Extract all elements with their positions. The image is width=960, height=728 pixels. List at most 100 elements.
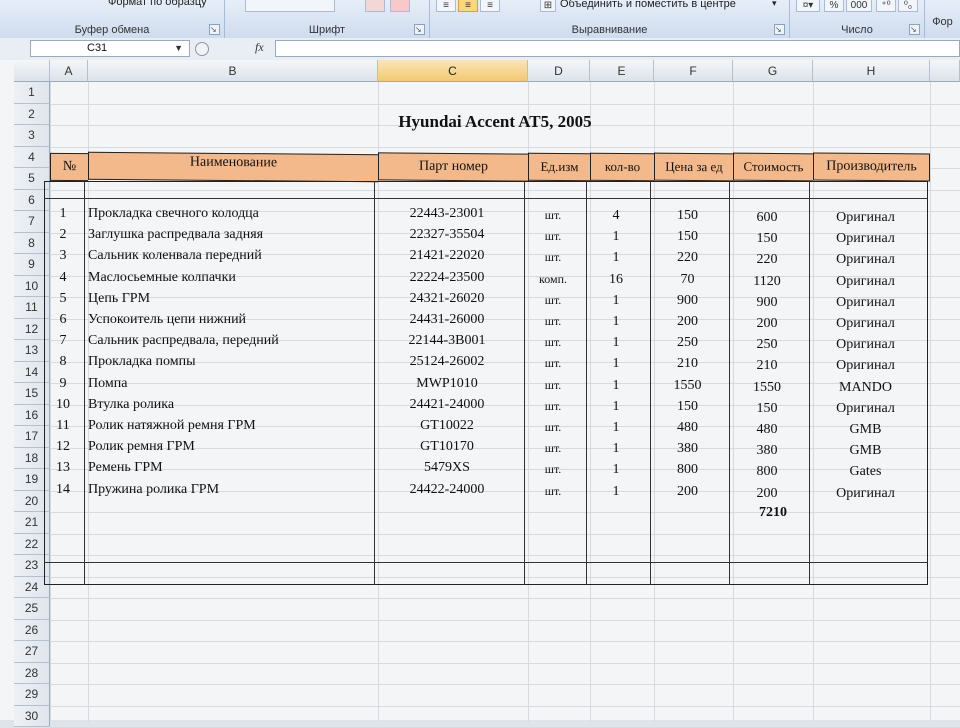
cell-d[interactable]: шт. <box>522 226 584 247</box>
cell-h[interactable]: GMB <box>807 440 924 461</box>
cell-b[interactable]: Цепь ГРМ <box>82 288 378 309</box>
cell-e[interactable]: 1 <box>584 353 648 374</box>
table-header-cell[interactable]: Стоимость <box>733 152 813 182</box>
cell-d[interactable]: шт. <box>522 396 584 417</box>
insert-function-icon[interactable]: fx <box>255 40 264 55</box>
cell-c[interactable]: 22443-23001 <box>372 203 522 224</box>
table-header-cell[interactable]: кол-во <box>590 152 654 182</box>
cell-b[interactable]: Ролик натяжной ремня ГРМ <box>82 415 378 436</box>
cell-d[interactable]: шт. <box>522 417 584 438</box>
cell-c[interactable]: 22327-35504 <box>372 224 522 245</box>
cell-e[interactable]: 1 <box>584 247 648 268</box>
cell-b[interactable]: Втулка ролика <box>82 394 378 415</box>
font-size-box[interactable] <box>245 0 335 12</box>
cell-g[interactable]: 200 <box>727 313 807 334</box>
cell-f[interactable]: 150 <box>648 396 727 417</box>
cell-d[interactable]: шт. <box>522 481 584 502</box>
cell-e[interactable]: 16 <box>584 269 648 290</box>
merge-dropdown-icon[interactable]: ▾ <box>772 0 777 9</box>
sheet-title[interactable]: Hyundai Accent AT5, 2005 <box>360 112 630 132</box>
cell-f[interactable]: 1550 <box>648 375 727 396</box>
cell-a[interactable]: 11 <box>44 415 82 436</box>
cell-e[interactable]: 1 <box>584 438 648 459</box>
cell-b[interactable]: Заглушка распредвала задняя <box>82 224 378 245</box>
cell-g[interactable]: 1550 <box>727 377 807 398</box>
cell-a[interactable]: 8 <box>44 351 82 372</box>
cell-c[interactable]: 24321-26020 <box>372 288 522 309</box>
cell-f[interactable]: 200 <box>648 481 727 502</box>
font-color-button[interactable] <box>390 0 410 12</box>
cell-g[interactable]: 1120 <box>727 271 807 292</box>
cell-e[interactable]: 4 <box>584 205 648 226</box>
cell-c[interactable]: MWP1010 <box>372 373 522 394</box>
cell-a[interactable]: 1 <box>44 203 82 224</box>
cell-f[interactable]: 220 <box>648 247 727 268</box>
cell-d[interactable]: шт. <box>522 290 584 311</box>
table-header-cell[interactable]: Парт номер <box>378 152 528 182</box>
cell-b[interactable]: Прокладка помпы <box>82 351 378 372</box>
cell-b[interactable]: Сальник распредвала, передний <box>82 330 378 351</box>
cell-f[interactable]: 200 <box>648 311 727 332</box>
cell-d[interactable]: шт. <box>522 459 584 480</box>
cell-f[interactable]: 150 <box>648 205 727 226</box>
formula-input[interactable] <box>275 40 960 57</box>
decrease-decimal-button[interactable]: ⁰₀ <box>898 0 918 12</box>
cell-d[interactable]: комп. <box>522 269 584 290</box>
cell-a[interactable]: 2 <box>44 224 82 245</box>
cell-c[interactable]: 24431-26000 <box>372 309 522 330</box>
cell-c[interactable]: GT10022 <box>372 415 522 436</box>
cell-d[interactable]: шт. <box>522 311 584 332</box>
thousands-separator-button[interactable]: 000 <box>846 0 872 12</box>
cell-g[interactable]: 380 <box>727 440 807 461</box>
cell-c[interactable]: 22144-3B001 <box>372 330 522 351</box>
worksheet-grid[interactable]: ABCDEFGH 1 2 3 4 5 6 7 8 9 10 11 12 13 14 15 16 17 18 19 20… <box>0 60 960 728</box>
cell-e[interactable]: 1 <box>584 290 648 311</box>
alignment-launcher-icon[interactable]: ↘ <box>774 24 785 35</box>
cell-h[interactable]: Оригинал <box>807 483 924 504</box>
cell-h[interactable]: Оригинал <box>807 313 924 334</box>
cell-h[interactable]: Оригинал <box>807 292 924 313</box>
cell-d[interactable]: шт. <box>522 247 584 268</box>
cell-e[interactable]: 1 <box>584 417 648 438</box>
cell-c[interactable]: 24422-24000 <box>372 479 522 500</box>
cell-f[interactable]: 480 <box>648 417 727 438</box>
font-launcher-icon[interactable]: ↘ <box>414 24 425 35</box>
cell-e[interactable]: 1 <box>584 396 648 417</box>
cell-g[interactable]: 150 <box>727 398 807 419</box>
styles-group-label[interactable]: Фор <box>925 16 960 28</box>
cell-c[interactable]: GT10170 <box>372 436 522 457</box>
number-launcher-icon[interactable]: ↘ <box>909 24 920 35</box>
cell-a[interactable]: 7 <box>44 330 82 351</box>
cell-a[interactable]: 6 <box>44 309 82 330</box>
cell-h[interactable]: Оригинал <box>807 355 924 376</box>
cell-h[interactable]: Gates <box>807 461 924 482</box>
cell-f[interactable]: 800 <box>648 459 727 480</box>
cell-b[interactable]: Маслосьемные колпачки <box>82 267 378 288</box>
cell-c[interactable]: 21421-22020 <box>372 245 522 266</box>
cell-c[interactable]: 22224-23500 <box>372 267 522 288</box>
cell-g[interactable]: 480 <box>727 419 807 440</box>
cell-g[interactable]: 800 <box>727 461 807 482</box>
cell-a[interactable]: 3 <box>44 245 82 266</box>
cell-g[interactable]: 600 <box>727 207 807 228</box>
cell-b[interactable]: Пружина ролика ГРМ <box>82 479 378 500</box>
cell-g[interactable]: 220 <box>727 249 807 270</box>
cell-a[interactable]: 5 <box>44 288 82 309</box>
cell-h[interactable]: Оригинал <box>807 228 924 249</box>
cell-h[interactable]: Оригинал <box>807 334 924 355</box>
format-painter-button[interactable]: Формат по образцу <box>108 0 207 8</box>
cell-g[interactable]: 900 <box>727 292 807 313</box>
cell-h[interactable]: GMB <box>807 419 924 440</box>
table-header-cell[interactable]: № <box>50 152 88 182</box>
cell-f[interactable]: 900 <box>648 290 727 311</box>
cell-e[interactable]: 1 <box>584 332 648 353</box>
cell-b[interactable]: Ремень ГРМ <box>82 457 378 478</box>
merge-center-button[interactable]: Объединить и поместить в центре <box>560 0 736 10</box>
cell-a[interactable]: 10 <box>44 394 82 415</box>
cell-f[interactable]: 150 <box>648 226 727 247</box>
cell-b[interactable]: Сальник коленвала передний <box>82 245 378 266</box>
table-header-cell[interactable]: Производитель <box>813 152 930 182</box>
cell-g[interactable]: 150 <box>727 228 807 249</box>
cell-c[interactable]: 25124-26002 <box>372 351 522 372</box>
cell-c[interactable]: 5479XS <box>372 457 522 478</box>
